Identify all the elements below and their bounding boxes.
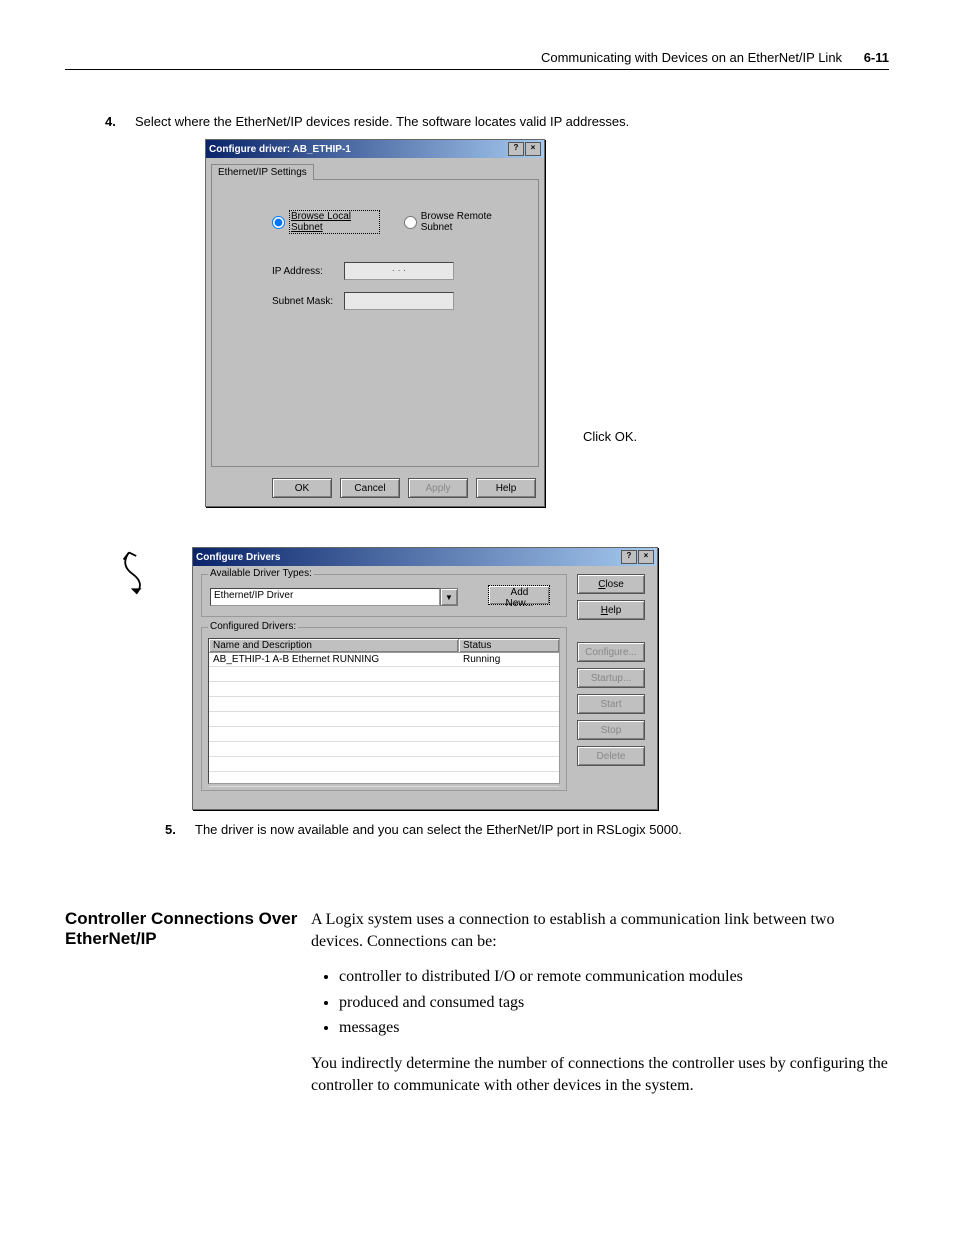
header-title: Communicating with Devices on an EtherNe… xyxy=(541,50,842,65)
table-row[interactable]: AB_ETHIP-1 A-B Ethernet RUNNING Running xyxy=(209,653,559,667)
available-drivers-legend: Available Driver Types: xyxy=(208,568,314,579)
table-row xyxy=(209,682,559,697)
radio-browse-local-input[interactable] xyxy=(272,216,285,229)
start-button[interactable]: Start xyxy=(577,694,645,714)
driver-type-combo[interactable]: Ethernet/IP Driver ▼ xyxy=(210,588,458,606)
step-number-4: 4. xyxy=(105,114,135,129)
body-paragraph-2: You indirectly determine the number of c… xyxy=(311,1053,889,1096)
running-header: Communicating with Devices on an EtherNe… xyxy=(65,50,889,70)
configure-driver-dialog: Configure driver: AB_ETHIP-1 ? × Etherne… xyxy=(205,139,545,507)
table-row xyxy=(209,712,559,727)
available-driver-types-group: Available Driver Types: Ethernet/IP Driv… xyxy=(201,574,567,617)
driver-status: Running xyxy=(459,653,559,666)
driver-name: AB_ETHIP-1 A-B Ethernet RUNNING xyxy=(209,653,459,666)
help-icon[interactable]: ? xyxy=(621,550,637,564)
subnet-mask-label: Subnet Mask: xyxy=(272,296,344,307)
dialog-title: Configure driver: AB_ETHIP-1 xyxy=(209,144,351,155)
table-row xyxy=(209,772,559,787)
ok-button[interactable]: OK xyxy=(272,478,332,498)
configure-button[interactable]: Configure... xyxy=(577,642,645,662)
close-icon[interactable]: × xyxy=(525,142,541,156)
table-row xyxy=(209,757,559,772)
configured-drivers-group: Configured Drivers: Name and Description… xyxy=(201,627,567,791)
dialog-titlebar: Configure driver: AB_ETHIP-1 ? × xyxy=(206,140,544,158)
tab-ethernet-ip-settings[interactable]: Ethernet/IP Settings xyxy=(211,164,314,180)
driver-type-value: Ethernet/IP Driver xyxy=(210,588,440,606)
radio-local-label: Browse Local Subnet xyxy=(289,210,380,234)
stop-button[interactable]: Stop xyxy=(577,720,645,740)
column-status[interactable]: Status xyxy=(459,639,559,652)
list-item: messages xyxy=(339,1017,889,1039)
add-new-button[interactable]: Add New... xyxy=(488,585,550,605)
list-item: produced and consumed tags xyxy=(339,992,889,1014)
close-button[interactable]: Close xyxy=(577,574,645,594)
chevron-down-icon[interactable]: ▼ xyxy=(440,588,458,606)
drivers-table: Name and Description Status AB_ETHIP-1 A… xyxy=(208,638,560,784)
table-row xyxy=(209,742,559,757)
click-ok-callout: Click OK. xyxy=(583,429,637,444)
page-number: 6-11 xyxy=(864,50,889,65)
table-row xyxy=(209,697,559,712)
help-button[interactable]: Help xyxy=(476,478,536,498)
step-4: 4. Select where the EtherNet/IP devices … xyxy=(105,114,889,129)
table-row xyxy=(209,667,559,682)
help-button[interactable]: Help xyxy=(577,600,645,620)
cancel-button[interactable]: Cancel xyxy=(340,478,400,498)
subnet-mask-input[interactable] xyxy=(344,292,454,310)
column-name-description[interactable]: Name and Description xyxy=(209,639,459,652)
apply-button[interactable]: Apply xyxy=(408,478,468,498)
body-bullet-list: controller to distributed I/O or remote … xyxy=(311,966,889,1039)
dialog2-titlebar: Configure Drivers ? × xyxy=(193,548,657,566)
step-4-text: Select where the EtherNet/IP devices res… xyxy=(135,114,889,129)
configure-drivers-dialog: Configure Drivers ? × Available Driver T… xyxy=(192,547,658,810)
ip-address-input[interactable]: . . . xyxy=(344,262,454,280)
list-item: controller to distributed I/O or remote … xyxy=(339,966,889,988)
radio-browse-local[interactable]: Browse Local Subnet xyxy=(272,210,380,234)
section-heading: Controller Connections Over EtherNet/IP xyxy=(65,909,311,1110)
dialog2-title: Configure Drivers xyxy=(196,552,280,563)
help-icon[interactable]: ? xyxy=(508,142,524,156)
body-paragraph-1: A Logix system uses a connection to esta… xyxy=(311,909,889,952)
step-5-text: The driver is now available and you can … xyxy=(195,822,889,837)
flow-arrow-icon xyxy=(120,547,156,606)
table-row xyxy=(209,727,559,742)
startup-button[interactable]: Startup... xyxy=(577,668,645,688)
tab-panel: Browse Local Subnet Browse Remote Subnet… xyxy=(211,179,539,467)
radio-browse-remote-input[interactable] xyxy=(404,216,417,229)
close-icon[interactable]: × xyxy=(638,550,654,564)
ip-address-label: IP Address: xyxy=(272,266,344,277)
step-number-5: 5. xyxy=(165,822,195,837)
delete-button[interactable]: Delete xyxy=(577,746,645,766)
radio-remote-label: Browse Remote Subnet xyxy=(421,211,518,233)
radio-browse-remote[interactable]: Browse Remote Subnet xyxy=(404,211,518,233)
configured-drivers-legend: Configured Drivers: xyxy=(208,621,298,632)
step-5: 5. The driver is now available and you c… xyxy=(165,822,889,837)
